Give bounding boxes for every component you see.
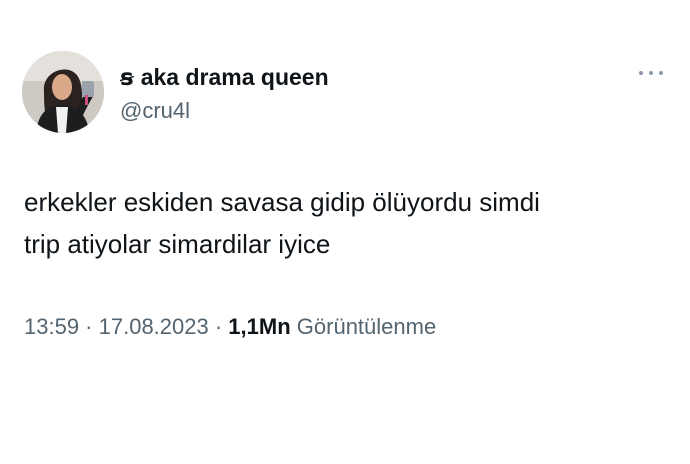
meta-separator: · [79,314,99,339]
views-count: 1,1Mn [228,314,291,339]
more-options-icon [659,71,663,75]
tweet-text: erkekler eskiden savasa gidip ölüyordu s… [24,181,664,265]
tweet-time[interactable]: 13:59 [24,314,79,339]
tweet-meta: 13:59 · 17.08.2023 · 1,1Mn Görüntülenme [24,313,436,341]
display-name-text: aka drama queen [140,64,329,90]
display-name-prefix: ꞩ [120,64,134,90]
tweet-text-line: trip atiyolar simardilar iyice [24,229,331,259]
meta-separator: · [208,314,229,339]
more-options-icon [649,71,653,75]
avatar[interactable] [22,51,104,133]
more-options-button[interactable] [636,63,666,83]
user-handle[interactable]: @cru4l [120,98,190,124]
display-name[interactable]: ꞩ aka drama queen [120,63,329,91]
tweet-text-line: erkekler eskiden savasa gidip ölüyordu s… [24,187,540,217]
avatar-photo [22,51,104,133]
views-label: Görüntülenme [296,314,437,339]
tweet-date[interactable]: 17.08.2023 [99,314,209,339]
tweet-card: ꞩ aka drama queen @cru4l erkekler eskiden… [0,0,690,464]
more-options-icon [639,71,643,75]
